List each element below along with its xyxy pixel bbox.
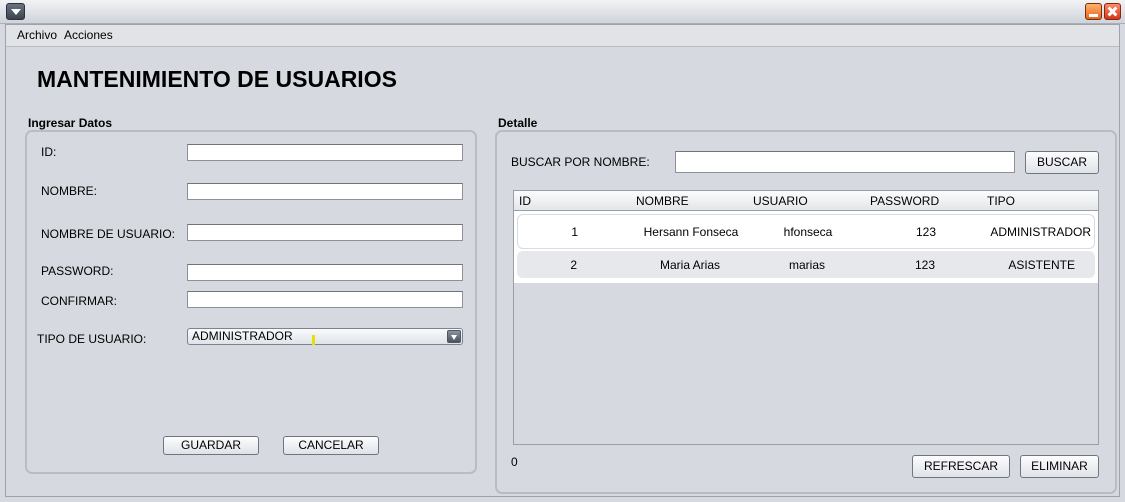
cell-tipo: ASISTENTE xyxy=(1008,258,1075,272)
cancelar-button[interactable]: CANCELAR xyxy=(283,436,379,455)
usuario-label: NOMBRE DE USUARIO: xyxy=(41,227,176,241)
cell-nombre: Maria Arias xyxy=(659,258,721,272)
usuario-field[interactable] xyxy=(187,224,463,241)
password-field[interactable] xyxy=(187,264,463,281)
nombre-field[interactable] xyxy=(187,183,463,200)
column-header-password[interactable]: PASSWORD xyxy=(865,191,983,211)
cell-password: 123 xyxy=(915,225,936,239)
page-title: MANTENIMIENTO DE USUARIOS xyxy=(37,66,397,92)
menu-acciones[interactable]: Acciones xyxy=(64,28,113,42)
refrescar-button[interactable]: REFRESCAR xyxy=(912,455,1010,478)
tipo-usuario-label: TIPO DE USUARIO: xyxy=(37,332,147,346)
record-count: 0 xyxy=(511,455,518,469)
column-header-id[interactable]: ID xyxy=(514,191,632,211)
eliminar-button[interactable]: ELIMINAR xyxy=(1020,455,1099,478)
id-field[interactable] xyxy=(187,144,463,161)
cell-usuario: hfonseca xyxy=(783,225,833,239)
cell-tipo: ADMINISTRADOR xyxy=(990,225,1091,239)
menu-archivo[interactable]: Archivo xyxy=(17,28,57,42)
cell-usuario: marias xyxy=(788,258,825,272)
cell-password: 123 xyxy=(914,258,935,272)
confirmar-label: CONFIRMAR: xyxy=(41,294,117,308)
cell-id: 1 xyxy=(571,225,578,239)
table-row[interactable]: 1 Hersann Fonseca hfonseca 123 ADMINISTR… xyxy=(517,214,1095,249)
minimize-icon[interactable] xyxy=(1085,3,1102,20)
column-header-tipo[interactable]: TIPO xyxy=(982,191,1098,211)
search-label: BUSCAR POR NOMBRE: xyxy=(511,155,650,169)
password-label: PASSWORD: xyxy=(41,264,114,278)
tipo-usuario-selected: ADMINISTRADOR xyxy=(192,329,293,343)
confirmar-field[interactable] xyxy=(187,291,463,308)
menu-bar: Archivo Acciones xyxy=(5,24,1119,47)
nombre-label: NOMBRE: xyxy=(41,184,98,198)
table-row[interactable]: 2 Maria Arias marias 123 ASISTENTE xyxy=(517,251,1095,278)
detail-section-title: Detalle xyxy=(498,116,538,130)
tipo-usuario-select[interactable]: ADMINISTRADOR xyxy=(187,328,463,345)
users-table[interactable]: ID NOMBRE USUARIO PASSWORD TIPO 1 Hersan… xyxy=(513,190,1099,445)
chevron-down-icon[interactable] xyxy=(447,330,461,343)
buscar-button[interactable]: BUSCAR xyxy=(1025,151,1099,174)
search-input[interactable] xyxy=(675,151,1015,173)
column-header-usuario[interactable]: USUARIO xyxy=(748,191,866,211)
cell-id: 2 xyxy=(570,258,577,272)
close-icon[interactable] xyxy=(1104,3,1121,20)
id-label: ID: xyxy=(41,145,57,159)
column-header-nombre[interactable]: NOMBRE xyxy=(631,191,749,211)
mouse-cursor-marker xyxy=(312,335,315,345)
window-menu-icon[interactable] xyxy=(6,3,25,20)
cell-nombre: Hersann Fonseca xyxy=(643,225,739,239)
guardar-button[interactable]: GUARDAR xyxy=(163,436,259,455)
form-section-title: Ingresar Datos xyxy=(28,116,113,130)
window-titlebar[interactable] xyxy=(0,0,1125,24)
